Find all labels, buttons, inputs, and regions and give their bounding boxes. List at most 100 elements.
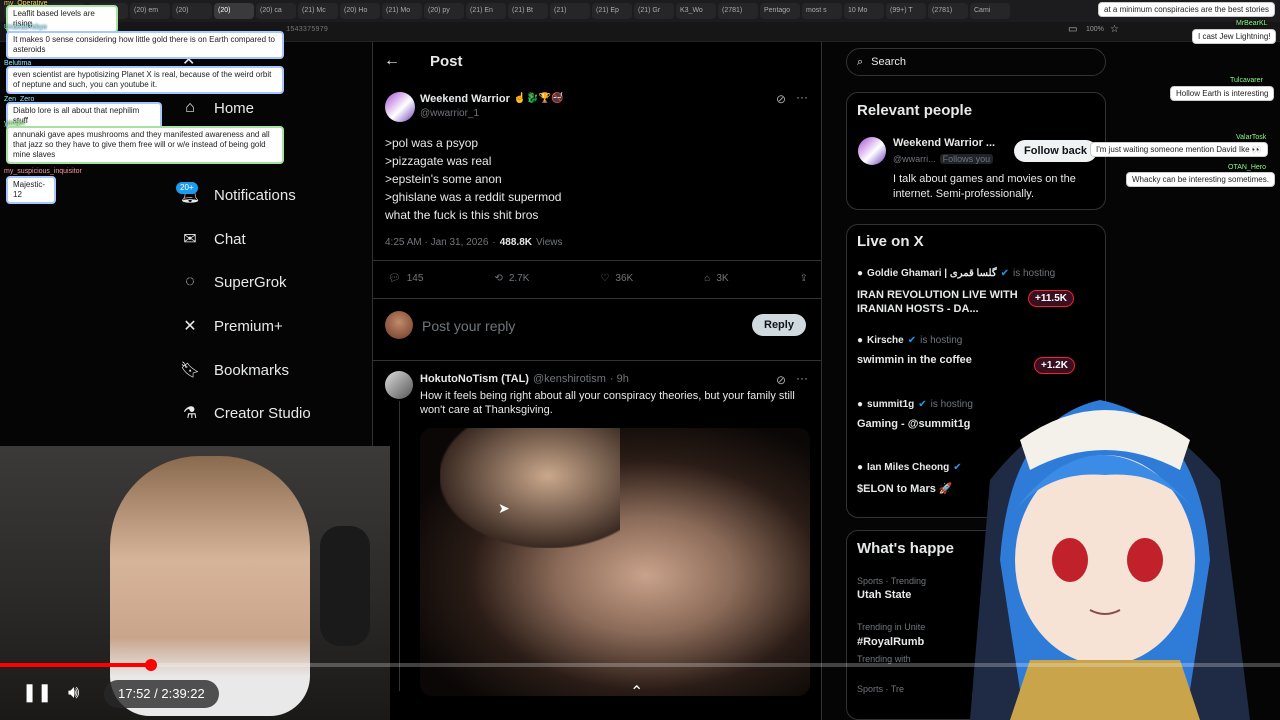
browser-tab[interactable]: K3_Wo — [676, 3, 716, 19]
views-count: 488.8K — [499, 237, 532, 248]
bookmark-icon: ⌂ — [704, 273, 711, 284]
post-body: >pol was a psyop >pizzagate was real >ep… — [385, 134, 805, 224]
nav-home-label: Home — [214, 99, 255, 117]
notification-badge: 20+ — [176, 182, 198, 194]
listener-count[interactable]: +11.5K — [1028, 290, 1074, 307]
browser-tab[interactable]: (21) Mo — [382, 3, 422, 19]
nav-creator-studio[interactable]: ⚗ Creator Studio — [180, 398, 311, 428]
trend-name[interactable]: Utah State — [857, 589, 911, 601]
like-action[interactable]: ♡ 36K — [600, 273, 633, 284]
nav-premium[interactable]: ✕ Premium+ — [180, 311, 282, 341]
flask-icon: ⚗ — [182, 405, 198, 422]
browser-tab-strip: Leaflit(20) (20) Po(20) em(20) (20)(20) … — [0, 0, 1280, 22]
live-host[interactable]: ● Kirsche ✔ is hosting — [857, 335, 962, 346]
pause-icon[interactable]: ❚❚ — [22, 682, 52, 703]
post-time[interactable]: 4:25 AM · Jan 31, 2026 — [385, 237, 488, 248]
host-avatar-icon: ● — [857, 399, 864, 410]
chat-username: Tulcavarer — [1230, 77, 1263, 84]
host-avatar-icon: ● — [857, 335, 864, 346]
chat-username: UndeadTokyo — [4, 24, 47, 31]
nav-home[interactable]: ⌂ Home — [180, 93, 254, 123]
share-action[interactable]: ⇪ — [800, 273, 808, 284]
comment-icon: 💬︎ — [388, 273, 401, 284]
browser-tab[interactable]: (20) ca — [256, 3, 296, 19]
search-input[interactable]: ⌕ Search — [846, 48, 1106, 76]
browser-tab[interactable]: (20) Ho — [340, 3, 380, 19]
post-line: >pizzagate was real — [385, 154, 492, 168]
relevant-people-title: Relevant people — [857, 102, 973, 119]
reply-input[interactable]: Post your reply — [422, 318, 515, 334]
back-arrow-icon[interactable]: ← — [384, 52, 400, 70]
reply-media-image[interactable] — [420, 428, 810, 696]
x-logo-icon: ✕ — [183, 318, 197, 335]
post-meta: 4:25 AM · Jan 31, 2026 · 488.8K Views — [385, 237, 563, 248]
nav-supergrok-label: SuperGrok — [214, 273, 287, 291]
person-handle-row: @wwarri... Follows you — [893, 154, 994, 164]
hair-shape — [440, 428, 620, 548]
browser-tab[interactable]: (21) Gr — [634, 3, 674, 19]
avatar[interactable] — [385, 371, 413, 399]
follows-you-badge: Follows you — [939, 154, 994, 164]
browser-tab[interactable]: (20) — [172, 3, 212, 19]
nav-chat[interactable]: ✉ Chat — [180, 224, 246, 254]
browser-tab[interactable]: (21) — [550, 3, 590, 19]
browser-tab[interactable]: (20) py — [424, 3, 464, 19]
repost-action[interactable]: ⟲ 2.7K — [494, 273, 529, 284]
person-name[interactable]: Weekend Warrior ... — [893, 137, 995, 149]
mail-icon: ✉ — [183, 231, 197, 248]
browser-tab[interactable]: (21) Bt — [508, 3, 548, 19]
reply-text: How it feels being right about all your … — [420, 390, 795, 416]
host-avatar-icon: ● — [857, 462, 864, 473]
nav-chat-label: Chat — [214, 230, 246, 248]
browser-tab[interactable]: (99+) T — [886, 3, 926, 19]
post-author[interactable]: Weekend Warrior ☝️🐉🏆🚭 — [420, 93, 564, 105]
follow-back-button[interactable]: Follow back — [1014, 140, 1097, 162]
grok-icon[interactable]: ⊘ — [776, 373, 786, 387]
video-progress-track[interactable] — [0, 663, 1280, 667]
person-handle: @wwarri... — [893, 154, 936, 164]
chat-message: It makes 0 sense considering how little … — [6, 31, 284, 59]
browser-tab[interactable]: (2781) — [928, 3, 968, 19]
reply-author-name: HokutoNoTism (TAL) — [420, 373, 529, 385]
video-time: 17:52 / 2:39:22 — [104, 680, 219, 708]
video-progress-knob[interactable] — [145, 659, 158, 671]
grok-icon[interactable]: ⊘ — [776, 92, 786, 106]
trend-name[interactable]: #RoyalRumb — [857, 636, 924, 648]
screen: Leaflit(20) (20) Po(20) em(20) (20)(20) … — [0, 0, 1280, 720]
reply-author[interactable]: HokutoNoTism (TAL) @kenshirotism · 9h — [420, 373, 629, 385]
views-label: Views — [536, 237, 563, 248]
browser-tab[interactable]: Pentago — [760, 3, 800, 19]
browser-tab[interactable]: 10 Mo — [844, 3, 884, 19]
tab-search-icon[interactable]: ▭ — [1068, 24, 1077, 35]
browser-tab[interactable]: (21) Ep — [592, 3, 632, 19]
chat-message: Majestic-12 — [6, 176, 56, 204]
live-host[interactable]: ● Goldie Ghamari | گلسا قمری ✔ is hosting — [857, 268, 1055, 279]
reply-button[interactable]: Reply — [752, 314, 806, 336]
avatar[interactable] — [858, 137, 886, 165]
verified-icon: ✔ — [918, 399, 927, 410]
nav-bookmarks[interactable]: 🔖︎ Bookmarks — [180, 355, 289, 385]
bookmark-icon: 🔖︎ — [179, 362, 201, 379]
nav-supergrok[interactable]: ◌ SuperGrok — [180, 267, 287, 297]
browser-tab[interactable]: (20) em — [130, 3, 170, 19]
live-space-title[interactable]: IRAN REVOLUTION LIVE WITH IRANIAN HOSTS … — [857, 288, 1027, 316]
chevron-up-icon[interactable]: ⌃ — [630, 682, 643, 702]
avatar[interactable] — [385, 92, 415, 122]
verified-icon: ✔ — [1000, 268, 1009, 279]
more-icon[interactable]: ··· — [796, 371, 808, 385]
browser-tab[interactable]: (2781) — [718, 3, 758, 19]
browser-tab[interactable]: (21) Mc — [298, 3, 338, 19]
reply-age: · 9h — [609, 373, 629, 385]
author-handle[interactable]: @wwarrior_1 — [420, 108, 479, 119]
browser-tab[interactable]: most s — [802, 3, 842, 19]
bookmark-action[interactable]: ⌂ 3K — [704, 273, 728, 284]
chat-message: at a minimum conspiracies are the best s… — [1098, 2, 1275, 17]
volume-icon[interactable]: 🔊︎ — [68, 682, 79, 703]
browser-tab[interactable]: (20) — [214, 3, 254, 19]
repost-icon: ⟲ — [494, 273, 503, 284]
browser-tab[interactable]: Cami — [970, 3, 1010, 19]
more-icon[interactable]: ··· — [796, 90, 808, 104]
star-icon[interactable]: ☆ — [1110, 24, 1119, 35]
browser-tab[interactable]: (21) En — [466, 3, 506, 19]
reply-action[interactable]: 💬︎ 145 — [388, 273, 423, 284]
